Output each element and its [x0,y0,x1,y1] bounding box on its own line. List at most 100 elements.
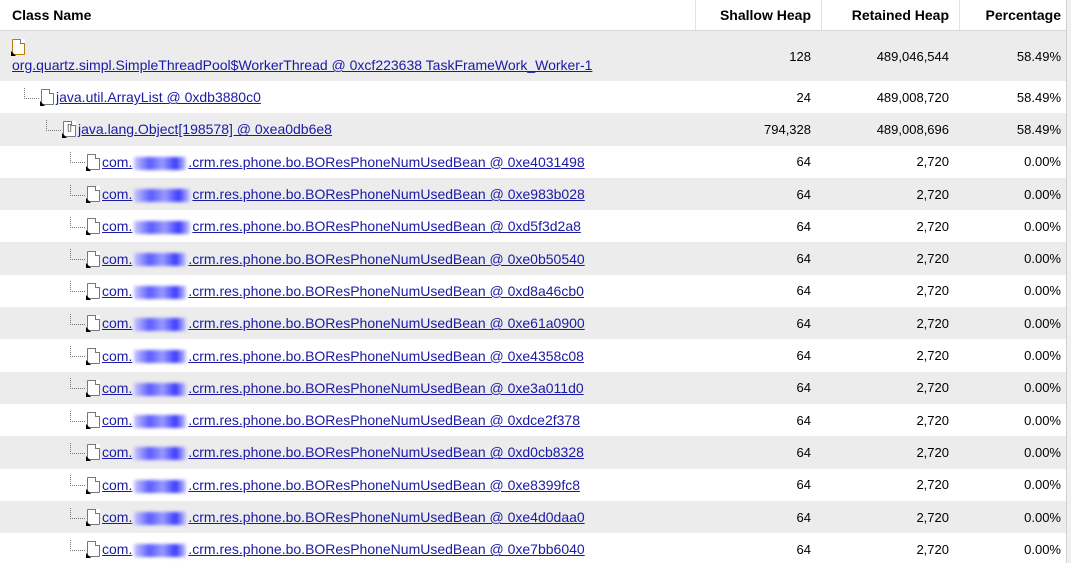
redacted-text [134,479,187,493]
percentage-value: 0.00% [1024,348,1061,364]
column-header-shallow-heap[interactable]: Shallow Heap [695,0,821,30]
tree-connector-icon [70,442,85,454]
percentage-value: 0.00% [1024,477,1061,493]
retained-heap-value: 2,720 [916,315,949,331]
retained-heap-value: 2,720 [916,283,949,299]
percentage-value: 0.00% [1024,509,1061,525]
shallow-heap-value: 64 [796,477,811,493]
tree-connector-icon [70,475,85,487]
tree-connector-icon [70,507,85,519]
tree-connector-icon [70,378,85,390]
object-icon [86,476,100,494]
shallow-heap-value: 64 [796,541,811,557]
percentage-value: 0.00% [1024,412,1061,428]
percentage-value: 0.00% [1024,444,1061,460]
retained-heap-value: 2,720 [916,348,949,364]
retained-heap-value: 2,720 [916,412,949,428]
percentage-value: 0.00% [1024,186,1061,202]
redacted-text [134,544,187,558]
tree-connector-icon [70,184,85,196]
shallow-heap-value: 64 [796,412,811,428]
table-row[interactable]: java.util.ArrayList @ 0xdb3880c0 24 489,… [0,81,1071,113]
retained-heap-value: 489,046,544 [876,48,949,64]
table-row[interactable]: com. .crm.res.phone.bo.BOResPhoneNumUsedB… [0,533,1071,565]
retained-heap-value: 2,720 [916,251,949,267]
table-row[interactable]: com. .crm.res.phone.bo.BOResPhoneNumUsedB… [0,500,1071,534]
object-link[interactable]: com. .crm.res.phone.bo.BOResPhoneNumUsedB… [102,444,584,460]
table-row[interactable]: com. .crm.res.phone.bo.BOResPhoneNumUsedB… [0,436,1071,469]
object-link[interactable]: com. crm.res.phone.bo.BOResPhoneNumUsedBe… [102,218,581,234]
retained-heap-value: 2,720 [916,541,949,557]
percentage-value: 0.00% [1024,315,1061,331]
table-row[interactable]: com. crm.res.phone.bo.BOResPhoneNumUsedBe… [0,210,1071,242]
table-row[interactable]: com. .crm.res.phone.bo.BOResPhoneNumUsedB… [0,307,1071,340]
object-link[interactable]: com. .crm.res.phone.bo.BOResPhoneNumUsedB… [102,477,580,493]
tree-connector-icon [70,313,85,325]
object-link[interactable]: com. .crm.res.phone.bo.BOResPhoneNumUsedB… [102,315,585,331]
percentage-value: 58.49% [1016,48,1061,64]
column-header-class-name[interactable]: Class Name [0,0,695,30]
array-object-icon: [] [62,121,76,139]
table-row[interactable]: com. .crm.res.phone.bo.BOResPhoneNumUsedB… [0,146,1071,178]
redacted-text [134,221,191,235]
object-link[interactable]: org.quartz.simpl.SimpleThreadPool$Worker… [12,57,592,73]
object-icon [86,379,100,397]
object-icon [86,282,100,300]
shallow-heap-value: 64 [796,444,811,460]
percentage-value: 58.49% [1016,121,1061,137]
column-header-percentage[interactable]: Percentage [959,0,1071,30]
redacted-text [134,156,187,170]
vertical-scrollbar[interactable] [1066,0,1071,563]
table-row[interactable]: com. .crm.res.phone.bo.BOResPhoneNumUsedB… [0,404,1071,436]
redacted-text [134,511,187,525]
redacted-text [134,253,187,267]
percentage-value: 0.00% [1024,251,1061,267]
percentage-value: 0.00% [1024,283,1061,299]
table-row[interactable]: com. .crm.res.phone.bo.BOResPhoneNumUsedB… [0,339,1071,371]
redacted-text [134,414,187,428]
redacted-text [134,382,187,396]
shallow-heap-value: 64 [796,218,811,234]
object-link[interactable]: com. .crm.res.phone.bo.BOResPhoneNumUsedB… [102,509,585,525]
shallow-heap-value: 24 [796,89,811,105]
percentage-value: 0.00% [1024,541,1061,557]
table-row[interactable]: com. .crm.res.phone.bo.BOResPhoneNumUsedB… [0,275,1071,307]
object-link[interactable]: com. .crm.res.phone.bo.BOResPhoneNumUsedB… [102,412,580,428]
table-row[interactable]: com. .crm.res.phone.bo.BOResPhoneNumUsedB… [0,469,1071,501]
table-row[interactable]: com. crm.res.phone.bo.BOResPhoneNumUsedBe… [0,177,1071,211]
table-row[interactable]: com. .crm.res.phone.bo.BOResPhoneNumUsedB… [0,371,1071,404]
table-row[interactable]: [] java.lang.Object[198578] @ 0xea0db6e8… [0,113,1071,146]
tree-connector-icon [70,249,85,261]
table-row[interactable]: org.quartz.simpl.SimpleThreadPool$Worker… [0,31,1071,81]
object-link[interactable]: com. crm.res.phone.bo.BOResPhoneNumUsedBe… [102,186,585,202]
object-link[interactable]: com. .crm.res.phone.bo.BOResPhoneNumUsedB… [102,541,585,557]
table-row[interactable]: com. .crm.res.phone.bo.BOResPhoneNumUsedB… [0,242,1071,275]
retained-heap-value: 489,008,720 [876,89,949,105]
object-link[interactable]: java.lang.Object[198578] @ 0xea0db6e8 [78,121,332,137]
object-link[interactable]: com. .crm.res.phone.bo.BOResPhoneNumUsedB… [102,348,584,364]
object-icon [86,541,100,559]
object-link[interactable]: com. .crm.res.phone.bo.BOResPhoneNumUsedB… [102,283,584,299]
percentage-value: 0.00% [1024,154,1061,170]
object-link[interactable]: com. .crm.res.phone.bo.BOResPhoneNumUsedB… [102,380,584,396]
table-header: Class Name Shallow Heap Retained Heap Pe… [0,0,1071,31]
shallow-heap-value: 64 [796,251,811,267]
object-link[interactable]: com. .crm.res.phone.bo.BOResPhoneNumUsedB… [102,154,585,170]
column-header-retained-heap[interactable]: Retained Heap [821,0,959,30]
shallow-heap-value: 64 [796,283,811,299]
percentage-value: 0.00% [1024,380,1061,396]
object-icon [40,89,54,107]
retained-heap-value: 2,720 [916,509,949,525]
object-link[interactable]: com. .crm.res.phone.bo.BOResPhoneNumUsedB… [102,251,585,267]
tree-connector-icon [24,87,39,99]
retained-heap-value: 2,720 [916,154,949,170]
object-icon [86,315,100,333]
shallow-heap-value: 64 [796,348,811,364]
shallow-heap-value: 64 [796,154,811,170]
object-link[interactable]: java.util.ArrayList @ 0xdb3880c0 [56,89,261,105]
object-icon [86,250,100,268]
object-icon [86,444,100,462]
object-icon [86,509,100,526]
shallow-heap-value: 64 [796,186,811,202]
heap-dominator-table: Class Name Shallow Heap Retained Heap Pe… [0,0,1071,563]
